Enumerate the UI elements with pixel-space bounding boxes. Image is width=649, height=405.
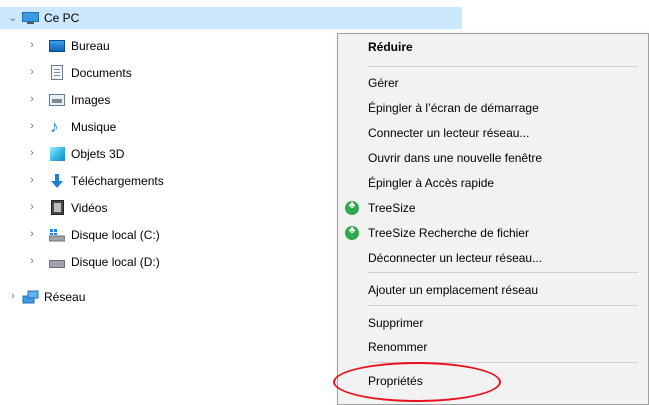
tree-item-images[interactable]: › Images [0,89,300,111]
tree-item-label: Images [71,93,111,107]
menu-separator [368,362,638,363]
tree-item-objets-3d[interactable]: › Objets 3D [0,143,300,165]
chevron-right-icon[interactable]: › [25,39,39,51]
menu-item-label: Supprimer [368,316,424,330]
tree-item-label: Ce PC [44,11,80,25]
tree-item-documents[interactable]: › Documents [0,62,300,84]
context-menu: Réduire Gérer Épingler à l’écran de déma… [337,33,649,405]
tree-item-label: Bureau [71,39,110,53]
tree-item-disque-d[interactable]: › Disque local (D:) [0,251,300,273]
menu-item-renommer[interactable]: Renommer [338,336,648,358]
network-icon [22,290,39,304]
menu-separator [368,305,638,306]
tree-item-bureau[interactable]: › Bureau [0,35,300,57]
tree-item-label: Téléchargements [71,174,164,188]
music-folder-icon: ♪ [50,117,59,136]
chevron-right-icon[interactable]: › [25,66,39,78]
chevron-right-icon[interactable]: › [25,120,39,132]
menu-item-label: Ouvrir dans une nouvelle fenêtre [368,151,543,165]
menu-item-gerer[interactable]: Gérer [338,72,648,94]
menu-item-label: Épingler à Accès rapide [368,176,495,190]
chevron-right-icon[interactable]: › [25,174,39,186]
menu-item-label: TreeSize [368,201,416,215]
chevron-right-icon[interactable]: › [25,228,39,240]
pictures-folder-icon [49,94,65,106]
tree-item-label: Musique [71,120,117,134]
menu-item-treesize[interactable]: TreeSize [338,197,648,219]
menu-item-label: Réduire [368,40,413,54]
menu-item-ajouter-emplacement[interactable]: Ajouter un emplacement réseau [338,279,648,301]
menu-item-label: Gérer [368,76,399,90]
menu-item-reduire[interactable]: Réduire [338,36,648,58]
3d-objects-folder-icon [50,147,65,161]
tree-item-musique[interactable]: › ♪ Musique [0,116,300,138]
menu-item-label: Épingler à l’écran de démarrage [368,101,539,115]
menu-item-epingler-demarrage[interactable]: Épingler à l’écran de démarrage [338,97,648,119]
tree-item-label: Documents [71,66,132,80]
menu-item-nouvelle-fenetre[interactable]: Ouvrir dans une nouvelle fenêtre [338,147,648,169]
menu-item-supprimer[interactable]: Supprimer [338,312,648,334]
drive-icon [49,260,65,268]
menu-item-treesize-recherche[interactable]: TreeSize Recherche de fichier [338,222,648,244]
chevron-right-icon[interactable]: › [6,290,20,302]
menu-separator [368,272,638,273]
chevron-right-icon[interactable]: › [25,255,39,267]
downloads-folder-icon [49,173,65,189]
treesize-icon [345,200,359,215]
tree-item-label: Disque local (C:) [71,228,160,242]
menu-item-deconnecter-lecteur[interactable]: Déconnecter un lecteur réseau... [338,247,648,269]
treesize-icon [345,225,359,240]
tree-item-label: Réseau [44,290,86,304]
tree-item-videos[interactable]: › Vidéos [0,197,300,219]
chevron-right-icon[interactable]: › [25,93,39,105]
tree-item-reseau[interactable]: › Réseau [0,286,300,308]
tree-item-this-pc[interactable]: ⌄ Ce PC [0,7,462,29]
menu-item-label: Propriétés [368,374,423,388]
menu-separator [368,66,638,67]
tree-item-label: Disque local (D:) [71,255,160,269]
tree-item-label: Objets 3D [71,147,125,161]
menu-item-epingler-acces-rapide[interactable]: Épingler à Accès rapide [338,172,648,194]
menu-item-label: TreeSize Recherche de fichier [368,226,529,240]
chevron-right-icon[interactable]: › [25,201,39,213]
menu-item-label: Déconnecter un lecteur réseau... [368,251,543,265]
menu-item-label: Renommer [368,340,428,354]
chevron-right-icon[interactable]: › [25,147,39,159]
tree-item-disque-c[interactable]: › Disque local (C:) [0,224,300,246]
menu-item-label: Connecter un lecteur réseau... [368,126,530,140]
videos-folder-icon [51,200,64,215]
windows-drive-icon [48,228,66,242]
tree-item-label: Vidéos [71,201,108,215]
computer-icon [22,12,39,24]
tree-item-telechargements[interactable]: › Téléchargements [0,170,300,192]
menu-item-label: Ajouter un emplacement réseau [368,283,539,297]
desktop-folder-icon [49,40,65,52]
documents-folder-icon [51,65,63,80]
chevron-down-icon[interactable]: ⌄ [6,11,20,24]
menu-item-connecter-lecteur[interactable]: Connecter un lecteur réseau... [338,122,648,144]
menu-item-proprietes[interactable]: Propriétés [338,370,648,392]
